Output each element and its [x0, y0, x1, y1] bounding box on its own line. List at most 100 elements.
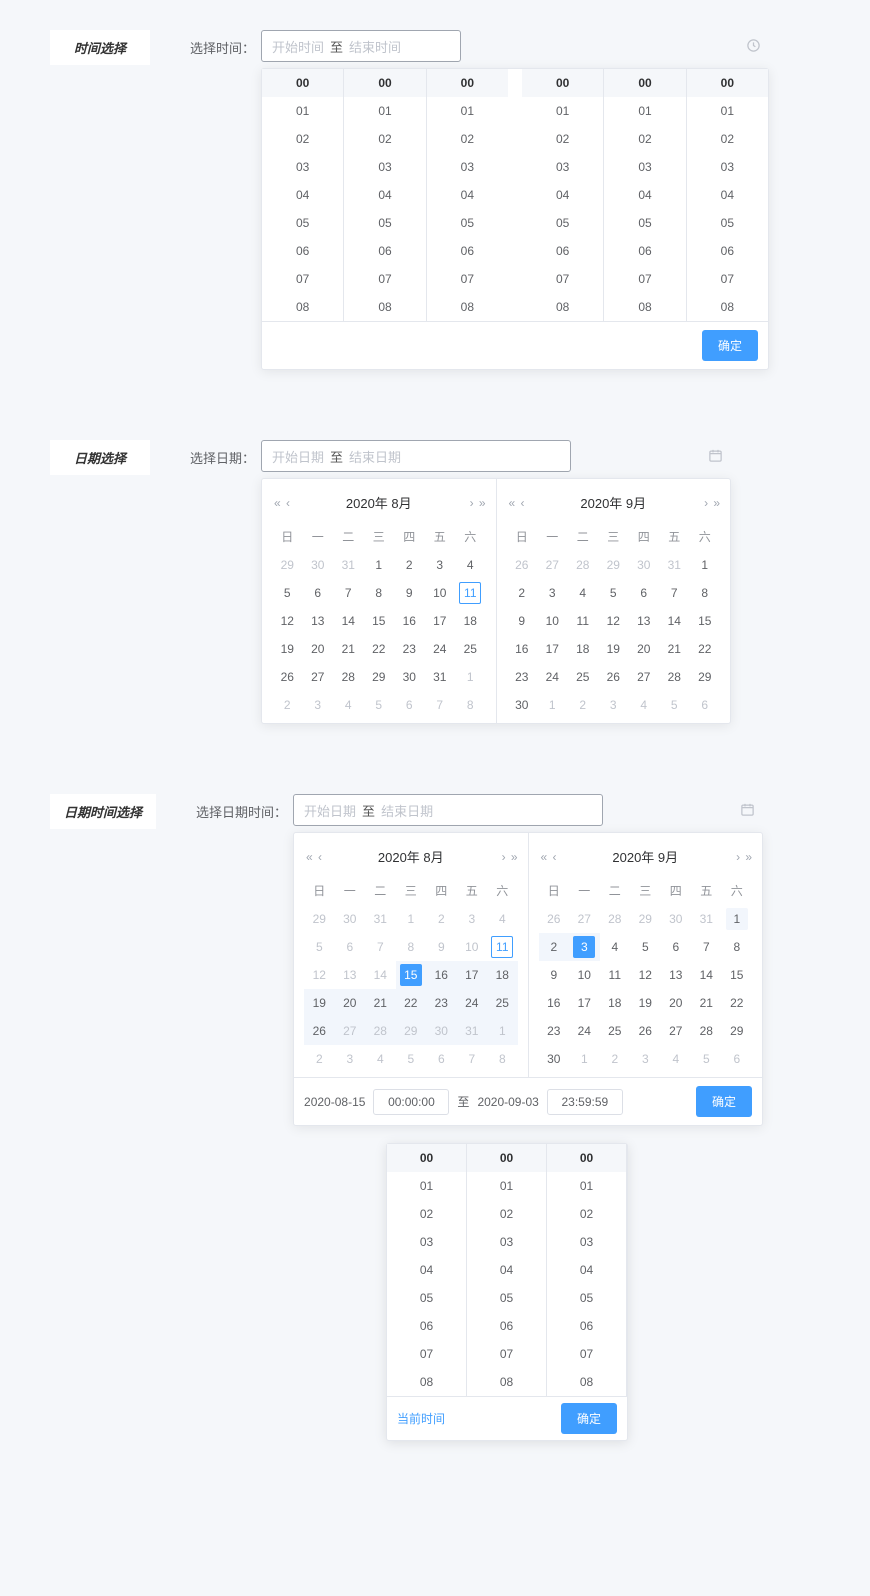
prev-month-icon[interactable]: ‹	[286, 496, 288, 510]
time-cell[interactable]: 05	[467, 1284, 546, 1312]
time-cell[interactable]: 03	[262, 153, 343, 181]
time-cell[interactable]: 06	[427, 237, 508, 265]
calendar-day[interactable]: 25	[487, 989, 518, 1017]
calendar-day[interactable]: 11	[600, 961, 631, 989]
calendar-day[interactable]: 14	[691, 961, 722, 989]
time-range-input[interactable]: 开始时间 至 结束时间	[261, 30, 461, 62]
time-cell[interactable]: 06	[387, 1312, 466, 1340]
time-cell[interactable]: 03	[387, 1228, 466, 1256]
calendar-day[interactable]: 7	[365, 933, 396, 961]
calendar-day[interactable]: 5	[272, 579, 303, 607]
calendar-day[interactable]: 13	[629, 607, 660, 635]
calendar-day[interactable]: 21	[365, 989, 396, 1017]
time-cell[interactable]: 00	[522, 69, 603, 97]
calendar-day[interactable]: 9	[507, 607, 538, 635]
time-cell[interactable]: 03	[522, 153, 603, 181]
calendar-day[interactable]: 22	[722, 989, 753, 1017]
time-cell[interactable]: 03	[427, 153, 508, 181]
prev-month-icon[interactable]: ‹	[552, 850, 554, 864]
calendar-day[interactable]: 28	[659, 663, 690, 691]
calendar-day[interactable]: 3	[425, 551, 456, 579]
calendar-day[interactable]: 29	[364, 663, 395, 691]
calendar-day[interactable]: 12	[598, 607, 629, 635]
time-column[interactable]: 000102030405060708	[387, 1144, 467, 1396]
calendar-day[interactable]: 31	[425, 663, 456, 691]
calendar-day[interactable]: 30	[426, 1017, 457, 1045]
calendar-day[interactable]: 4	[455, 551, 486, 579]
calendar-day[interactable]: 29	[272, 551, 303, 579]
calendar-day[interactable]: 15	[364, 607, 395, 635]
calendar-day[interactable]: 16	[539, 989, 570, 1017]
calendar-day[interactable]: 8	[722, 933, 753, 961]
time-cell[interactable]: 03	[547, 1228, 626, 1256]
calendar-day[interactable]: 6	[629, 579, 660, 607]
calendar-day[interactable]: 4	[568, 579, 599, 607]
time-column[interactable]: 000102030405060708	[427, 69, 508, 321]
calendar-day[interactable]: 2	[539, 933, 570, 961]
calendar-day[interactable]: 1	[364, 551, 395, 579]
calendar-day[interactable]: 31	[691, 905, 722, 933]
calendar-day[interactable]: 14	[333, 607, 364, 635]
calendar-day[interactable]: 4	[487, 905, 518, 933]
time-cell[interactable]: 01	[427, 97, 508, 125]
time-cell[interactable]: 04	[687, 181, 768, 209]
time-cell[interactable]: 00	[467, 1144, 546, 1172]
time-cell[interactable]: 06	[344, 237, 425, 265]
calendar-day[interactable]: 24	[569, 1017, 600, 1045]
calendar-day[interactable]: 29	[630, 905, 661, 933]
calendar-day[interactable]: 8	[396, 933, 427, 961]
calendar-day[interactable]: 10	[457, 933, 488, 961]
calendar-day[interactable]: 10	[537, 607, 568, 635]
calendar-day[interactable]: 5	[659, 691, 690, 719]
date-range-input[interactable]: 开始日期 至 结束日期	[261, 440, 571, 472]
time-cell[interactable]: 07	[427, 265, 508, 293]
calendar-day[interactable]: 4	[600, 933, 631, 961]
time-cell[interactable]: 05	[687, 209, 768, 237]
time-cell[interactable]: 08	[522, 293, 603, 321]
calendar-day[interactable]: 26	[304, 1017, 335, 1045]
calendar-day[interactable]: 31	[659, 551, 690, 579]
datetime-range-input[interactable]: 开始日期 至 结束日期	[293, 794, 603, 826]
calendar-day[interactable]: 6	[426, 1045, 457, 1073]
calendar-day[interactable]: 3	[537, 579, 568, 607]
end-time-input[interactable]	[547, 1089, 623, 1115]
calendar-day[interactable]: 27	[335, 1017, 366, 1045]
calendar-day[interactable]: 3	[457, 905, 488, 933]
calendar-day[interactable]: 2	[568, 691, 599, 719]
time-column[interactable]: 000102030405060708	[522, 69, 604, 321]
calendar-day[interactable]: 26	[507, 551, 538, 579]
time-cell[interactable]: 06	[522, 237, 603, 265]
calendar-day[interactable]: 15	[396, 961, 427, 989]
calendar-day[interactable]: 13	[303, 607, 334, 635]
calendar-day[interactable]: 23	[539, 1017, 570, 1045]
calendar-day[interactable]: 2	[426, 905, 457, 933]
calendar-day[interactable]: 3	[598, 691, 629, 719]
time-cell[interactable]: 01	[387, 1172, 466, 1200]
time-cell[interactable]: 00	[262, 69, 343, 97]
calendar-day[interactable]: 30	[394, 663, 425, 691]
calendar-day[interactable]: 1	[537, 691, 568, 719]
calendar-day[interactable]: 17	[457, 961, 488, 989]
calendar-day[interactable]: 18	[568, 635, 599, 663]
time-cell[interactable]: 07	[547, 1340, 626, 1368]
calendar-day[interactable]: 18	[455, 607, 486, 635]
time-cell[interactable]: 05	[547, 1284, 626, 1312]
time-cell[interactable]: 07	[604, 265, 685, 293]
calendar-day[interactable]: 1	[722, 905, 753, 933]
time-cell[interactable]: 08	[262, 293, 343, 321]
time-cell[interactable]: 01	[687, 97, 768, 125]
time-cell[interactable]: 04	[427, 181, 508, 209]
time-cell[interactable]: 02	[604, 125, 685, 153]
time-cell[interactable]: 02	[387, 1200, 466, 1228]
calendar-day[interactable]: 11	[487, 933, 518, 961]
calendar-day[interactable]: 30	[335, 905, 366, 933]
calendar-day[interactable]: 3	[630, 1045, 661, 1073]
calendar-day[interactable]: 28	[691, 1017, 722, 1045]
calendar-day[interactable]: 21	[333, 635, 364, 663]
time-cell[interactable]: 04	[522, 181, 603, 209]
calendar-day[interactable]: 2	[394, 551, 425, 579]
calendar-day[interactable]: 5	[304, 933, 335, 961]
calendar-day[interactable]: 27	[569, 905, 600, 933]
calendar-day[interactable]: 19	[598, 635, 629, 663]
time-cell[interactable]: 03	[344, 153, 425, 181]
